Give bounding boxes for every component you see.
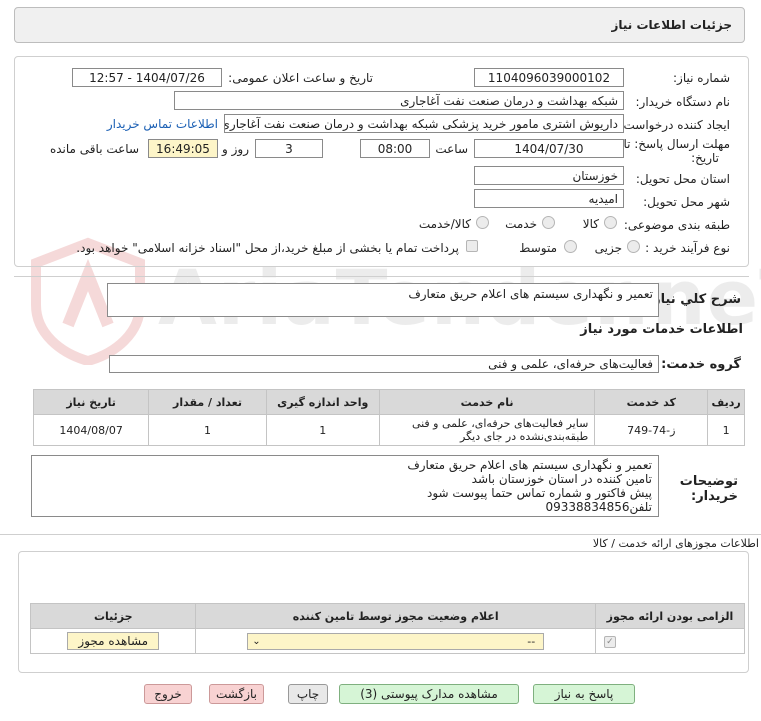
treasury-payment-checkbox[interactable] (466, 240, 478, 252)
buyer-notes-label: توضیحات (679, 474, 738, 489)
process-radio-minor[interactable] (627, 240, 640, 253)
announce-label: تاریخ و ساعت اعلان عمومی: (228, 71, 373, 85)
days-label: روز و (222, 142, 249, 156)
page-title: جزئیات اطلاعات نیاز (611, 18, 732, 32)
services-table: ردیف کد خدمت نام خدمت واحد اندازه گیری ت… (32, 389, 745, 446)
category-option-goods-service: کالا/خدمت (418, 217, 471, 231)
col-row: ردیف (707, 389, 745, 415)
buyer-note-line: تامین کننده در استان خوزستان باشد (471, 472, 652, 486)
province-label: استان محل تحویل: (635, 172, 730, 186)
service-group-label: گروه خدمت: (661, 357, 741, 372)
check-icon: ✓ (606, 636, 614, 647)
header-panel: جزئیات اطلاعات نیاز (14, 7, 745, 43)
summary-label: شرح کلي نياز: (647, 292, 741, 307)
deadline-label: مهلت ارسال پاسخ: تا (623, 137, 730, 151)
permit-status-value: -- (527, 634, 536, 648)
permits-section-line (0, 534, 761, 535)
category-radio-service[interactable] (542, 216, 555, 229)
deadline-time-field: 08:00 (360, 139, 430, 158)
deadline-time-label: ساعت (435, 142, 468, 156)
deadline-date-field: 1404/07/30 (474, 139, 624, 158)
col-permit-details: جزئیات (29, 603, 197, 629)
process-radio-medium[interactable] (564, 240, 577, 253)
permit-required-checkbox: ✓ (603, 635, 616, 648)
cell-qty: 1 (148, 414, 267, 446)
info-panel (14, 56, 749, 267)
buyer-note-line: تعمیر و نگهداری سیستم های اعلام حریق متع… (407, 458, 652, 472)
need-number-label: شماره نیاز: (673, 71, 730, 85)
print-button[interactable]: چاپ (288, 684, 328, 704)
process-option-minor: جزیی (594, 241, 622, 255)
permit-details-cell: مشاهده مجوز (29, 628, 197, 654)
buyer-org-field: شبکه بهداشت و درمان صنعت نفت آغاجاری (174, 91, 624, 110)
view-permit-button[interactable]: مشاهده مجوز (67, 632, 160, 650)
services-section-title: اطلاعات خدمات مورد نیاز (580, 322, 743, 337)
category-option-service: خدمت (505, 217, 537, 231)
buyer-notes-textarea[interactable]: تعمیر و نگهداری سیستم های اعلام حریق متع… (31, 455, 659, 517)
permit-status-cell: ⌄ -- (195, 628, 596, 654)
col-permit-status: اعلام وضعیت مجوز توسط تامین کننده (195, 603, 596, 629)
service-group-field: فعالیت‌های حرفه‌ای، علمی و فنی (109, 355, 659, 373)
process-label: نوع فرآیند خرید : (645, 241, 730, 255)
category-label: طبقه بندی موضوعی: (623, 218, 730, 232)
permit-status-select[interactable]: ⌄ -- (247, 632, 545, 650)
chevron-down-icon: ⌄ (252, 635, 261, 647)
view-attachments-button[interactable]: مشاهده مدارک پیوستی (3) (339, 684, 519, 704)
col-qty: تعداد / مقدار (148, 389, 267, 415)
summary-textarea[interactable]: تعمیر و نگهداری سیستم های اعلام حریق متع… (107, 283, 659, 317)
summary-section-line (14, 276, 749, 277)
back-button[interactable]: بازگشت (209, 684, 264, 704)
col-date: تاریخ نیاز (32, 389, 150, 415)
permits-section-title: اطلاعات مجوزهای ارائه خدمت / کالا (592, 537, 759, 550)
city-field: امیدیه (474, 189, 624, 208)
category-radio-goods[interactable] (604, 216, 617, 229)
requester-label: ایجاد کننده درخواست: (619, 118, 730, 132)
province-field: خوزستان (474, 166, 624, 185)
announce-field: 1404/07/26 - 12:57 (72, 68, 222, 87)
col-name: نام خدمت (378, 389, 596, 415)
table-row: 1 ز-74-749 سایر فعالیت‌های حرفه‌ای، علمی… (32, 414, 745, 446)
permits-table: الزامی بودن ارائه مجوز اعلام وضعیت مجوز … (29, 603, 746, 654)
cell-code: ز-74-749 (594, 414, 709, 446)
category-option-goods: کالا (582, 217, 599, 231)
contact-info-link[interactable]: اطلاعات تماس خریدار (107, 117, 218, 131)
col-code: کد خدمت (594, 389, 709, 415)
buyer-notes-label-2: خریدار: (691, 489, 738, 504)
services-table-panel: ردیف کد خدمت نام خدمت واحد اندازه گیری ت… (32, 389, 745, 447)
permits-table-panel: الزامی بودن ارائه مجوز اعلام وضعیت مجوز … (29, 603, 746, 654)
buyer-org-label: نام دستگاه خریدار: (635, 95, 731, 109)
process-option-medium: متوسط (519, 241, 557, 255)
need-number-field: 1104096039000102 (474, 68, 624, 87)
remaining-time-field: 16:49:05 (148, 139, 218, 158)
cell-unit: 1 (265, 414, 380, 446)
buyer-note-line: تلفن09338834856 (545, 500, 652, 514)
buyer-note-line: پیش فاکتور و شماره تماس حتما پیوست شود (426, 486, 652, 500)
col-unit: واحد اندازه گیری (265, 389, 380, 415)
days-field: 3 (255, 139, 323, 158)
exit-button[interactable]: خروج (144, 684, 192, 704)
requester-field: داریوش اشتری مامور خرید پزشکی شبکه بهداش… (224, 114, 624, 133)
reply-to-need-button[interactable]: پاسخ به نیاز (533, 684, 635, 704)
col-permit-required: الزامی بودن ارائه مجوز (594, 603, 746, 629)
cell-row: 1 (707, 414, 745, 446)
deadline-label-date: تاریخ: (691, 151, 719, 165)
category-radio-goods-service[interactable] (476, 216, 489, 229)
treasury-payment-note: پرداخت تمام یا بخشی از مبلغ خرید،از محل … (76, 241, 459, 255)
permit-required-cell: ✓ (594, 628, 746, 654)
remaining-time-label: ساعت باقی مانده (49, 142, 139, 156)
city-label: شهر محل تحویل: (643, 195, 730, 209)
cell-date: 1404/08/07 (32, 414, 150, 446)
table-row: ✓ ⌄ -- مشاهده مجوز (29, 628, 746, 654)
cell-name: سایر فعالیت‌های حرفه‌ای، علمی و فنی طبقه… (378, 414, 596, 446)
